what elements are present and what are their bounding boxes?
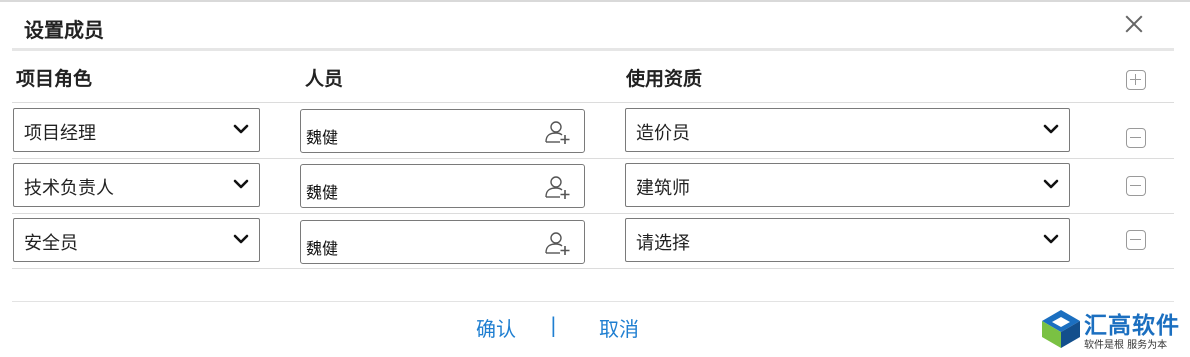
close-icon[interactable] [1122, 12, 1146, 36]
person-field-row-2[interactable]: 魏健 [300, 164, 585, 208]
role-select-row-3[interactable]: 安全员 [13, 218, 260, 262]
footer-separator: | [550, 313, 557, 337]
add-person-icon[interactable] [544, 231, 572, 257]
remove-row-icon[interactable] [1126, 176, 1146, 196]
top-border [0, 0, 1190, 2]
column-header-person: 人员 [305, 68, 344, 90]
role-select-value: 安全员 [24, 233, 78, 254]
remove-row-icon[interactable] [1126, 128, 1146, 148]
logo-brand: 汇高软件 [1084, 313, 1180, 339]
row-divider [12, 213, 1174, 214]
logo-mark-icon [1042, 310, 1080, 348]
chevron-down-icon [1043, 234, 1059, 244]
qualification-select-value: 建筑师 [636, 178, 690, 199]
header-divider [12, 48, 1174, 51]
person-field-row-1[interactable]: 魏健 [300, 109, 585, 153]
chevron-down-icon [233, 234, 249, 244]
person-value: 魏健 [306, 128, 339, 147]
column-header-role: 项目角色 [16, 68, 93, 90]
person-value: 魏健 [306, 183, 339, 202]
qualification-select-row-1[interactable]: 造价员 [625, 108, 1070, 152]
role-select-row-2[interactable]: 技术负责人 [13, 163, 260, 207]
add-person-icon[interactable] [544, 120, 572, 146]
column-header-qualification: 使用资质 [626, 68, 703, 90]
chevron-down-icon [233, 124, 249, 134]
add-person-icon[interactable] [544, 175, 572, 201]
dialog-title: 设置成员 [24, 18, 104, 42]
qualification-select-row-3[interactable]: 请选择 [625, 218, 1070, 262]
company-logo: 汇高软件 软件是根 服务为本 [1040, 306, 1186, 352]
qualification-select-value: 请选择 [636, 233, 690, 254]
row-divider [12, 268, 1174, 269]
qualification-select-value: 造价员 [636, 123, 690, 144]
footer-divider [12, 301, 1174, 302]
add-row-icon[interactable] [1126, 70, 1146, 90]
row-divider [12, 158, 1174, 159]
person-value: 魏健 [306, 239, 339, 258]
role-select-value: 技术负责人 [24, 178, 114, 199]
row-divider [12, 102, 1174, 103]
remove-row-icon[interactable] [1126, 230, 1146, 250]
chevron-down-icon [233, 179, 249, 189]
cancel-button[interactable]: 取消 [599, 313, 639, 342]
role-select-row-1[interactable]: 项目经理 [13, 108, 260, 152]
chevron-down-icon [1043, 124, 1059, 134]
qualification-select-row-2[interactable]: 建筑师 [625, 163, 1070, 207]
chevron-down-icon [1043, 179, 1059, 189]
role-select-value: 项目经理 [24, 123, 96, 144]
logo-slogan: 软件是根 服务为本 [1084, 340, 1168, 351]
confirm-button[interactable]: 确认 [476, 313, 516, 342]
person-field-row-3[interactable]: 魏健 [300, 220, 585, 264]
